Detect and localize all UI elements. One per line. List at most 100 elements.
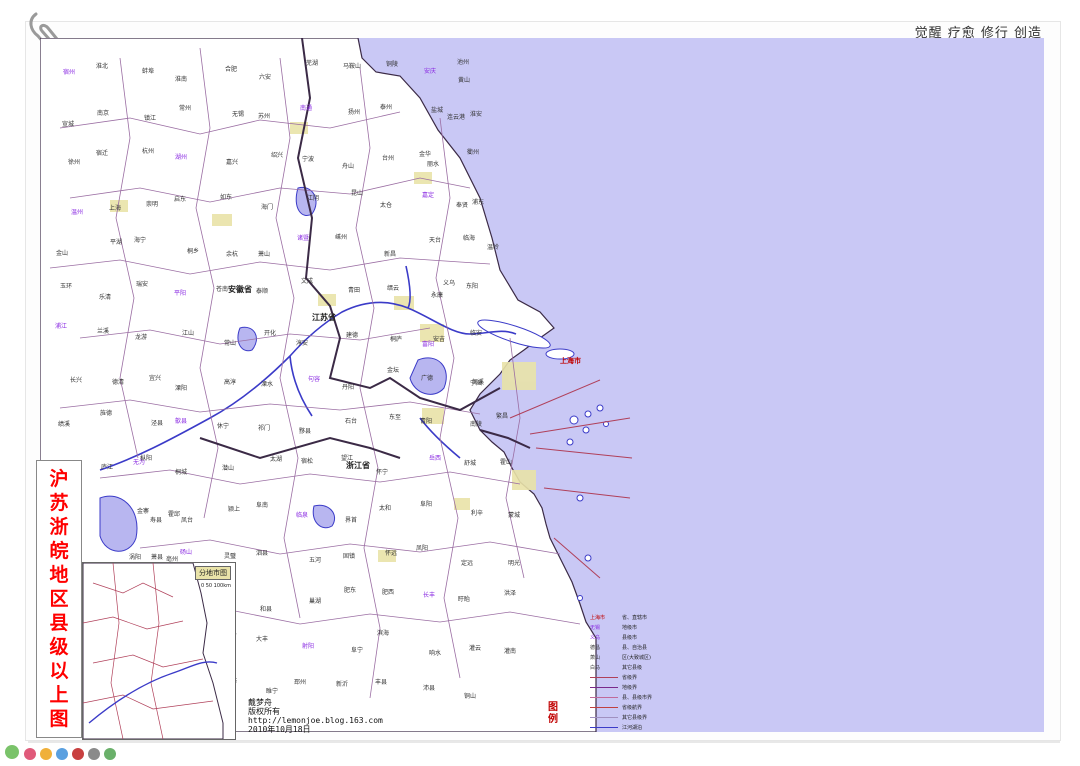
county-label: 临海 — [463, 235, 476, 242]
county-label: 湖州 — [175, 154, 188, 161]
county-label: 涡阳 — [129, 554, 142, 561]
county-label: 宜兴 — [149, 375, 162, 382]
bottom-decoration — [5, 741, 1060, 760]
county-label: 玉环 — [60, 283, 73, 290]
county-label: 长丰 — [423, 592, 436, 599]
county-label: 桐乡 — [187, 248, 200, 255]
county-label: 如东 — [220, 194, 233, 201]
county-label: 砀山 — [180, 549, 193, 556]
county-label: 平湖 — [110, 239, 123, 246]
county-label: 绍兴 — [271, 152, 284, 159]
county-label: 长兴 — [70, 377, 83, 384]
county-label: 界首 — [345, 517, 358, 524]
county-label: 铜陵 — [386, 61, 399, 68]
legend-item: 地级界 — [590, 682, 676, 692]
county-label: 六安 — [259, 74, 272, 81]
legend-sample: 萧山 — [590, 654, 601, 661]
county-label: 东阳 — [466, 283, 479, 290]
county-label: 洪泽 — [504, 590, 517, 597]
county-label: 义乌 — [443, 280, 456, 287]
county-label: 凤台 — [181, 517, 194, 524]
title-char: 上 — [49, 684, 69, 706]
county-label: 乐清 — [99, 294, 112, 301]
title-char: 地 — [49, 564, 69, 586]
legend-item: 萧山 区(大致城区) — [590, 652, 676, 662]
county-label: 和县 — [260, 606, 273, 613]
county-label: 灌云 — [469, 645, 482, 652]
county-label: 永康 — [431, 292, 444, 299]
county-label: 杭州 — [142, 148, 155, 155]
legend-item: 无锡 地级市 — [590, 622, 676, 632]
county-label: 镇江 — [144, 115, 157, 122]
county-label: 淮北 — [96, 63, 109, 70]
county-label: 怀远 — [385, 550, 398, 557]
county-label: 霍邱 — [168, 511, 181, 518]
county-label: 桐庐 — [390, 336, 403, 343]
county-label: 嘉定 — [422, 192, 435, 199]
title-char: 苏 — [49, 492, 69, 514]
legend-item: 县、县级市界 — [590, 692, 676, 702]
county-label: 宣城 — [62, 121, 75, 128]
county-label: 肥东 — [344, 587, 357, 594]
county-label: 明光 — [508, 560, 521, 567]
county-label: 临安 — [470, 330, 483, 337]
county-label: 定远 — [461, 560, 474, 567]
county-label: 盱眙 — [458, 596, 471, 603]
county-label: 扬州 — [348, 109, 361, 116]
county-label: 温岭 — [487, 244, 500, 251]
county-label: 阜宁 — [351, 647, 364, 654]
county-label: 淮安 — [470, 111, 483, 118]
county-label: 衢州 — [467, 149, 480, 156]
county-label: 常州 — [179, 105, 192, 112]
county-label: 望江 — [341, 455, 354, 462]
county-label: 文成 — [301, 278, 314, 285]
county-label: 合肥 — [225, 66, 238, 73]
map-credits: 戴梦舟 版权所有 http://lemonjoe.blog.163.com 20… — [248, 698, 383, 734]
legend-sample: 无锡 — [590, 624, 601, 631]
legend-item: 江河湖泊 — [590, 722, 676, 732]
county-label: 金山 — [56, 250, 69, 257]
county-label: 徐州 — [68, 159, 81, 166]
map-legend: 上海市 省、直辖市 无锡 地级市 义乌 县级市 德昌 县、自治县 萧山 区(大致城区) 白马 其它县级… — [590, 612, 676, 736]
county-label: 嵊州 — [335, 234, 348, 241]
county-label: 龙游 — [135, 334, 148, 341]
county-label: 常山 — [224, 340, 237, 347]
county-label: 建德 — [346, 332, 359, 339]
county-label: 祁门 — [258, 425, 271, 432]
county-label: 灌南 — [504, 648, 517, 655]
legend-sample — [590, 686, 618, 688]
county-label: 泾县 — [151, 420, 164, 427]
county-label: 启东 — [174, 196, 187, 203]
county-label: 连云港 — [447, 114, 466, 121]
county-label: 嘉兴 — [226, 159, 239, 166]
county-label: 开化 — [264, 330, 277, 337]
county-label: 安吉 — [433, 336, 446, 343]
county-label: 丹阳 — [342, 384, 355, 391]
county-label: 青阳 — [420, 418, 433, 425]
legend-sample — [590, 716, 618, 718]
county-label: 繁昌 — [496, 413, 509, 420]
county-label: 庐江 — [101, 464, 114, 471]
legend-item: 上海市 省、直辖市 — [590, 612, 676, 622]
county-label: 马鞍山 — [343, 63, 362, 70]
county-label: 昆山 — [351, 190, 364, 197]
county-label: 铜山 — [464, 693, 477, 700]
legend-desc: 地级界 — [622, 684, 638, 691]
county-label: 巢湖 — [309, 598, 322, 605]
county-label: 阜阳 — [420, 501, 433, 508]
county-label: 太和 — [379, 505, 392, 512]
title-box: 沪苏浙皖地区县级以上图 — [36, 460, 82, 738]
county-label: 射阳 — [302, 643, 315, 650]
county-label: 余杭 — [226, 251, 239, 258]
legend-item: 白马 其它县级 — [590, 662, 676, 672]
county-label: 宁国 — [470, 380, 483, 387]
county-label: 固镇 — [343, 553, 356, 560]
legend-sample: 白马 — [590, 664, 601, 671]
county-label: 平阳 — [174, 290, 187, 297]
county-label: 太仓 — [380, 202, 393, 209]
county-label: 滨海 — [377, 630, 390, 637]
county-label: 宿州 — [63, 69, 76, 76]
credit-author: 戴梦舟 — [248, 698, 272, 707]
county-label: 南陵 — [470, 421, 483, 428]
county-label: 舒城 — [464, 460, 477, 467]
